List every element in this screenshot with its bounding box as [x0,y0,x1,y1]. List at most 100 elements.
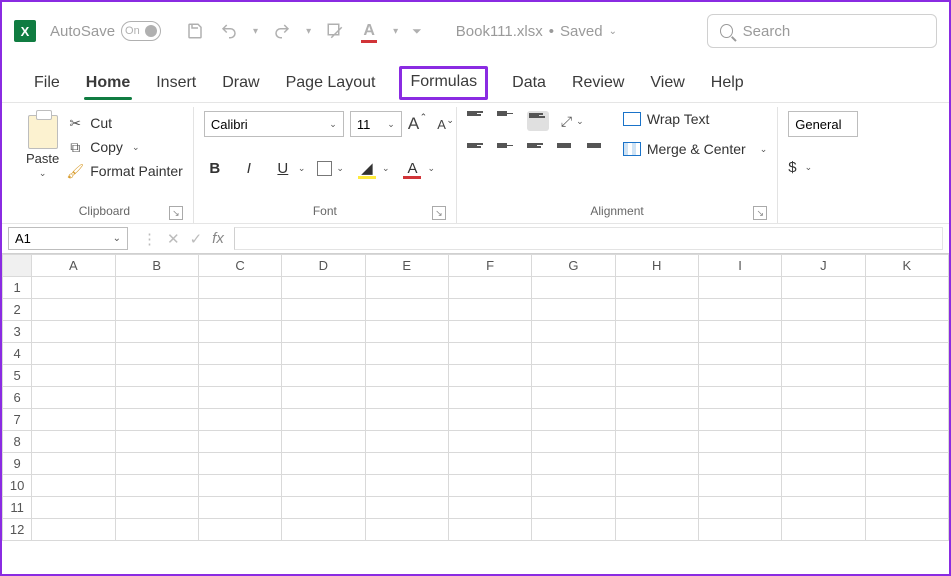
column-header[interactable]: F [448,255,531,277]
merge-dropdown-icon[interactable]: ⌄ [760,144,768,155]
cell[interactable] [32,431,115,453]
cell[interactable] [448,453,531,475]
increase-indent-icon[interactable] [587,143,609,163]
cell[interactable] [615,453,698,475]
cell[interactable] [198,299,281,321]
cell[interactable] [282,387,365,409]
fx-icon[interactable]: fx [212,230,224,247]
cell[interactable] [615,497,698,519]
tab-file[interactable]: File [32,68,62,100]
undo-icon[interactable] [219,21,239,41]
cell[interactable] [782,519,865,541]
cell[interactable] [115,277,198,299]
align-center-icon[interactable] [497,143,519,163]
column-header[interactable]: K [865,255,948,277]
paste-dropdown-icon[interactable]: ⌄ [39,168,47,179]
underline-dropdown-icon[interactable]: ⌄ [298,163,306,174]
cell[interactable] [365,321,448,343]
cell[interactable] [865,453,948,475]
cell[interactable] [198,497,281,519]
row-header[interactable]: 4 [3,343,32,365]
cell[interactable] [115,519,198,541]
font-color-qat-icon[interactable]: A [359,21,379,41]
cell[interactable] [198,453,281,475]
cell[interactable] [198,365,281,387]
cell[interactable] [282,431,365,453]
cell[interactable] [365,387,448,409]
cell[interactable] [365,475,448,497]
alignment-dialog-launcher-icon[interactable]: ↘ [753,206,767,220]
cell[interactable] [532,365,615,387]
tab-draw[interactable]: Draw [220,68,261,100]
cell[interactable] [698,299,781,321]
format-painter-button[interactable]: 🖌Format Painter [67,163,183,179]
align-right-icon[interactable] [527,143,549,163]
fill-color-dropdown-icon[interactable]: ⌄ [382,163,390,174]
cell[interactable] [615,343,698,365]
column-header[interactable]: I [698,255,781,277]
select-all-corner[interactable] [3,255,32,277]
cell[interactable] [615,475,698,497]
cell[interactable] [365,431,448,453]
cell[interactable] [115,431,198,453]
italic-button[interactable]: I [238,160,260,177]
cell[interactable] [198,277,281,299]
chevron-down-icon[interactable]: ⌄ [805,162,813,173]
cell[interactable] [532,409,615,431]
column-header[interactable]: E [365,255,448,277]
cell[interactable] [448,387,531,409]
cell[interactable] [365,343,448,365]
autosave-switch-icon[interactable]: On [121,21,161,41]
cell[interactable] [32,321,115,343]
cell[interactable] [782,365,865,387]
cut-button[interactable]: ✂Cut [67,115,183,131]
document-title[interactable]: Book111.xlsx • Saved ⌄ [456,23,617,40]
increase-font-icon[interactable]: A⌃ [408,114,419,134]
cell[interactable] [115,299,198,321]
column-header[interactable]: B [115,255,198,277]
cell[interactable] [782,277,865,299]
tab-formulas[interactable]: Formulas [399,66,488,100]
cell[interactable] [365,365,448,387]
font-size-combo[interactable]: 11⌄ [350,111,402,137]
row-header[interactable]: 5 [3,365,32,387]
cell[interactable] [365,497,448,519]
autosave-toggle[interactable]: AutoSave On [50,21,161,41]
cell[interactable] [698,453,781,475]
align-bottom-icon[interactable] [527,111,549,131]
cell[interactable] [448,365,531,387]
cell[interactable] [198,431,281,453]
tab-page-layout[interactable]: Page Layout [284,68,378,100]
cell[interactable] [198,387,281,409]
cell[interactable] [865,387,948,409]
name-box[interactable]: A1 ⌄ [8,227,128,250]
font-name-combo[interactable]: Calibri⌄ [204,111,344,137]
cell[interactable] [448,277,531,299]
column-header[interactable]: J [782,255,865,277]
cell[interactable] [115,365,198,387]
cell[interactable] [865,409,948,431]
cell[interactable] [865,497,948,519]
cell[interactable] [282,365,365,387]
cell[interactable] [782,343,865,365]
cell[interactable] [198,343,281,365]
cell[interactable] [32,475,115,497]
qat-customize-icon[interactable]: ⏷ [412,24,422,39]
row-header[interactable]: 1 [3,277,32,299]
copy-dropdown-icon[interactable]: ⌄ [132,142,140,153]
tab-insert[interactable]: Insert [154,68,198,100]
cell[interactable] [865,519,948,541]
tab-help[interactable]: Help [709,68,746,100]
orientation-button[interactable]: ⤢⌄ [561,113,584,130]
cell[interactable] [532,387,615,409]
cell[interactable] [448,497,531,519]
row-header[interactable]: 3 [3,321,32,343]
cell[interactable] [865,277,948,299]
cell[interactable] [615,365,698,387]
cell[interactable] [865,299,948,321]
cell[interactable] [32,453,115,475]
cell[interactable] [532,343,615,365]
cell[interactable] [282,299,365,321]
align-top-icon[interactable] [467,111,489,131]
cell[interactable] [365,277,448,299]
